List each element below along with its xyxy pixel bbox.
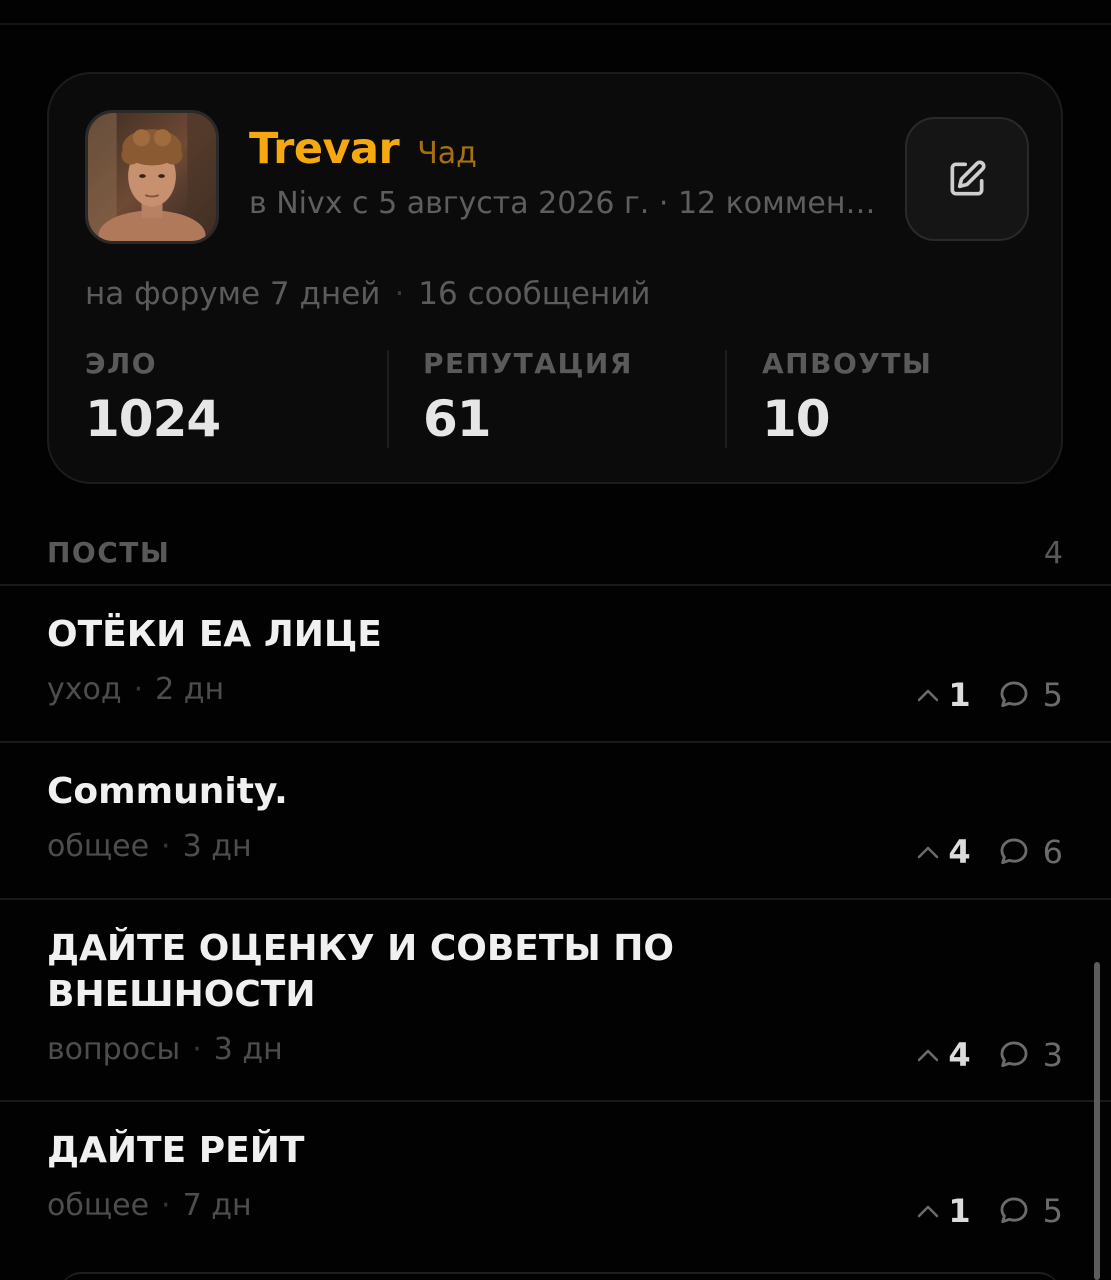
name-row: Trevar Чад	[249, 124, 477, 174]
joined-info: в Nivx с 5 августа 2026 г. · 12 коммента…	[249, 186, 879, 221]
chevron-up-icon	[918, 1205, 939, 1218]
avatar-image	[88, 113, 216, 241]
post-category: вопросы	[47, 1032, 181, 1067]
comment-count: 6	[1042, 833, 1063, 871]
stat-label: РЕПУТАЦИЯ	[423, 347, 633, 380]
comments-button[interactable]: 6	[997, 833, 1063, 871]
profile-card: Trevar Чад в Nivx с 5 августа 2026 г. · …	[47, 72, 1063, 484]
post-title[interactable]: Community.	[47, 769, 807, 815]
stat-label: АПВОУТЫ	[762, 347, 933, 380]
chevron-up-icon	[918, 846, 939, 859]
scrollbar[interactable]	[1094, 962, 1100, 1280]
upvote-button[interactable]: 1	[916, 676, 971, 714]
upvote-button[interactable]: 4	[916, 1036, 971, 1074]
post-stats: 4 3	[916, 1036, 1063, 1074]
upvote-count: 4	[948, 833, 971, 871]
forum-days: на форуме 7 дней	[85, 276, 381, 312]
stat-divider	[725, 350, 727, 448]
stat-elo: ЭЛО 1024	[85, 347, 405, 448]
chevron-up-icon	[918, 689, 939, 702]
separator-dot: ·	[133, 672, 144, 707]
comments-button[interactable]: 5	[997, 676, 1063, 714]
post-category: общее	[47, 1188, 150, 1223]
posts-header-label: ПОСТЫ	[47, 536, 171, 569]
chevron-up-icon	[918, 1049, 939, 1062]
post-item[interactable]: ДАЙТЕ РЕЙТ общее · 7 дн 1 5	[47, 1128, 1063, 1234]
profile-page: Trevar Чад в Nivx с 5 августа 2026 г. · …	[0, 0, 1111, 1280]
separator-dot: ·	[192, 1032, 202, 1067]
upvote-count: 1	[948, 676, 971, 714]
upvote-count: 1	[948, 1192, 971, 1230]
post-age: 3 дн	[182, 829, 252, 864]
upvote-button[interactable]: 1	[916, 1192, 971, 1230]
stat-value: 1024	[85, 390, 221, 448]
post-age: 3 дн	[213, 1032, 283, 1067]
message-count: 16 сообщений	[418, 276, 651, 312]
stats-row: ЭЛО 1024 РЕПУТАЦИЯ 61 АПВОУТЫ 10	[85, 350, 1029, 450]
post-age: 7 дн	[182, 1188, 252, 1223]
stat-reputation: РЕПУТАЦИЯ 61	[423, 347, 743, 448]
comment-count: 3	[1042, 1036, 1063, 1074]
stat-value: 61	[423, 390, 492, 448]
comment-bubble-icon	[1000, 838, 1028, 865]
post-meta: общее · 3 дн	[47, 829, 1063, 864]
post-stats: 4 6	[916, 833, 1063, 871]
post-title[interactable]: ОТЁКИ ЕА ЛИЦЕ	[47, 612, 807, 658]
comment-bubble-icon	[1000, 681, 1028, 708]
separator-dot: ·	[161, 1188, 171, 1223]
post-meta: вопросы · 3 дн	[47, 1032, 1063, 1067]
next-card-edge	[60, 1272, 1060, 1280]
stat-label: ЭЛО	[85, 347, 158, 380]
stat-value: 10	[762, 390, 831, 448]
comment-count: 5	[1042, 676, 1063, 714]
edit-profile-button[interactable]	[905, 117, 1029, 241]
edit-icon	[950, 160, 986, 196]
post-category: общее	[47, 829, 150, 864]
posts-count: 4	[1043, 536, 1063, 571]
forum-activity: на форуме 7 дней · 16 сообщений	[85, 276, 651, 312]
post-item[interactable]: ОТЁКИ ЕА ЛИЦЕ уход · 2 дн 1 5	[47, 612, 1063, 718]
comments-button[interactable]: 3	[997, 1036, 1063, 1074]
stat-upvotes: АПВОУТЫ 10	[762, 347, 1082, 448]
comment-bubble-icon	[1000, 1041, 1028, 1068]
post-stats: 1 5	[916, 676, 1063, 714]
stat-divider	[387, 350, 389, 448]
top-divider	[0, 23, 1111, 25]
post-title[interactable]: ДАЙТЕ РЕЙТ	[47, 1128, 807, 1174]
comment-count: 5	[1042, 1192, 1063, 1230]
upvote-button[interactable]: 4	[916, 833, 971, 871]
post-age: 2 дн	[155, 672, 225, 707]
divider	[0, 898, 1111, 900]
post-stats: 1 5	[916, 1192, 1063, 1230]
divider	[0, 584, 1111, 586]
comment-bubble-icon	[1000, 1197, 1028, 1224]
rank-badge: Чад	[417, 136, 477, 171]
separator-dot: ·	[394, 276, 405, 312]
post-item[interactable]: ДАЙТЕ ОЦЕНКУ И СОВЕТЫ ПО ВНЕШНОСТИ вопро…	[47, 926, 1063, 1078]
posts-section-header: ПОСТЫ 4	[47, 536, 1063, 571]
post-item[interactable]: Community. общее · 3 дн 4 6	[47, 769, 1063, 875]
comments-button[interactable]: 5	[997, 1192, 1063, 1230]
username: Trevar	[249, 124, 400, 174]
separator-dot: ·	[161, 829, 171, 864]
post-title[interactable]: ДАЙТЕ ОЦЕНКУ И СОВЕТЫ ПО ВНЕШНОСТИ	[47, 926, 807, 1018]
upvote-count: 4	[948, 1036, 971, 1074]
divider	[0, 741, 1111, 743]
post-meta: общее · 7 дн	[47, 1188, 1063, 1223]
post-category: уход	[47, 672, 122, 707]
divider	[0, 1100, 1111, 1102]
avatar[interactable]	[85, 110, 219, 244]
post-meta: уход · 2 дн	[47, 672, 1063, 707]
